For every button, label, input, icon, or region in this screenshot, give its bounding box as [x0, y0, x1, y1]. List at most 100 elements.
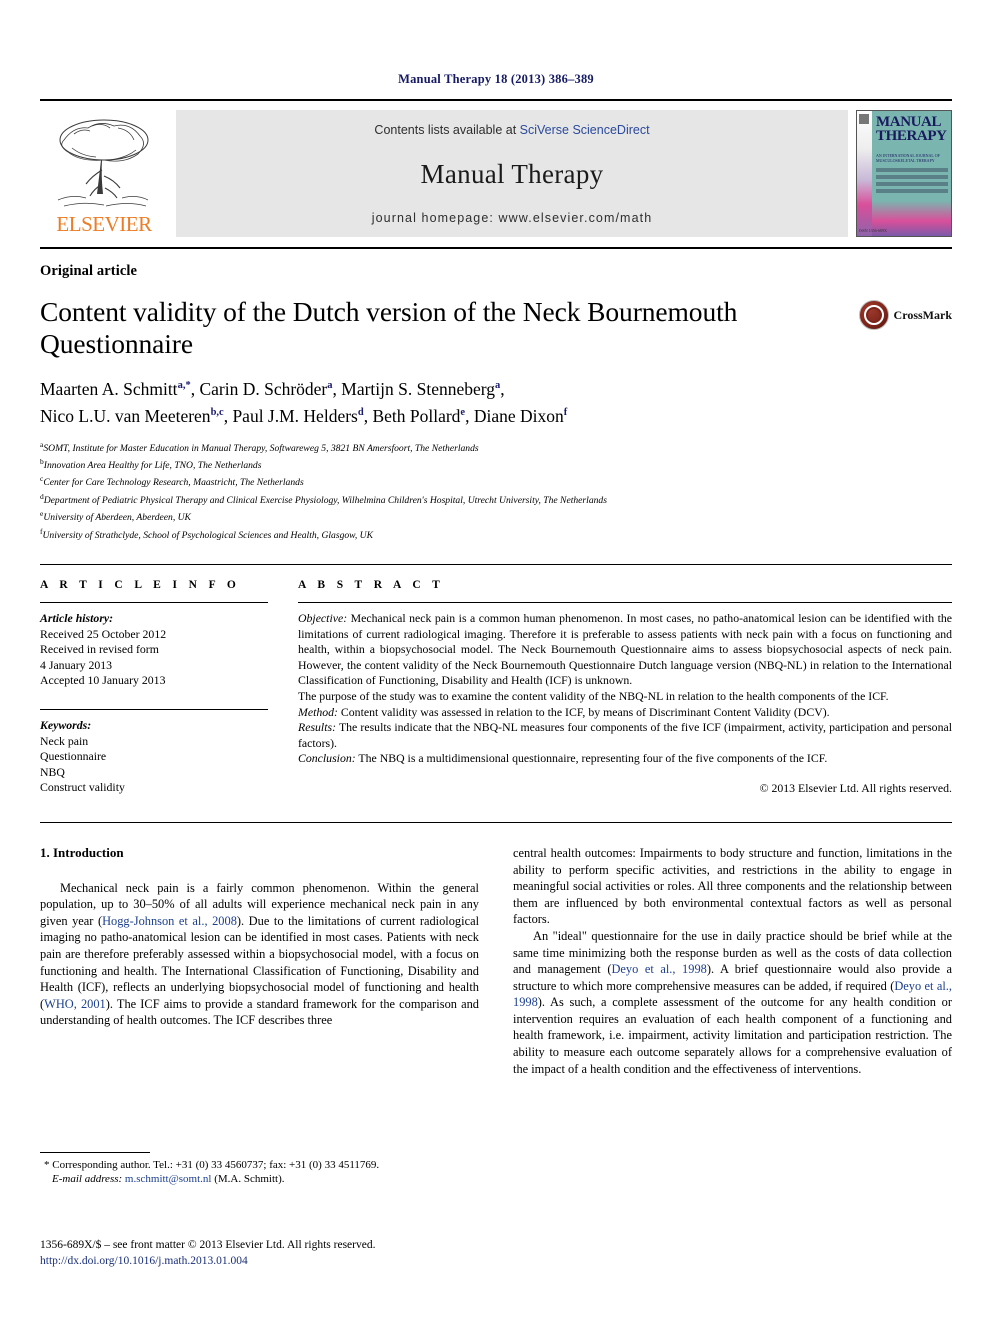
- sciencedirect-link[interactable]: SciVerse ScienceDirect: [520, 123, 650, 137]
- abstract-conclusion-label: Conclusion:: [298, 751, 356, 766]
- publisher-footer: 1356-689X/$ – see front matter © 2013 El…: [40, 1238, 580, 1269]
- affiliation-item: dDepartment of Pediatric Physical Therap…: [40, 490, 952, 507]
- article-info-column: A R T I C L E I N F O Article history: R…: [40, 579, 298, 796]
- body-column-left: 1. Introduction Mechanical neck pain is …: [40, 845, 479, 1077]
- intro-paragraph-right-cont: central health outcomes: Impairments to …: [513, 845, 952, 927]
- abstract-method-label: Method:: [298, 704, 338, 719]
- intro-text-c: ). The ICF aims to provide a standard fr…: [40, 996, 479, 1028]
- doi-link[interactable]: http://dx.doi.org/10.1016/j.math.2013.01…: [40, 1254, 580, 1270]
- email-note: E-mail address: m.schmitt@somt.nl (M.A. …: [40, 1172, 460, 1186]
- abstract-objective: Objective: Mechanical neck pain is a com…: [298, 611, 952, 689]
- intro-paragraph-left: Mechanical neck pain is a fairly common …: [40, 880, 479, 1029]
- journal-homepage[interactable]: journal homepage: www.elsevier.com/math: [372, 211, 653, 225]
- crossmark-badge[interactable]: CrossMark: [834, 296, 952, 330]
- history-line: Accepted 10 January 2013: [40, 673, 166, 688]
- article-info-heading: A R T I C L E I N F O: [40, 579, 241, 591]
- cover-title: MANUAL THERAPY: [876, 114, 947, 144]
- keywords-group: Keywords: Neck pain Questionnaire NBQ Co…: [40, 718, 268, 796]
- affiliation-item: fUniversity of Strathclyde, School of Ps…: [40, 525, 952, 542]
- article-info-divider: [40, 602, 268, 603]
- author-sep-2: , Martijn S. Stenneberg: [332, 378, 496, 399]
- email-link[interactable]: m.schmitt@somt.nl: [125, 1173, 212, 1185]
- abstract-conclusion: Conclusion: The NBQ is a multidimensiona…: [298, 751, 952, 767]
- author-vanmeeteren-sup: b,c: [210, 406, 224, 418]
- affiliation-list: aSOMT, Institute for Master Education in…: [40, 438, 952, 542]
- abstract-conclusion-text: The NBQ is a multidimensional questionna…: [355, 751, 828, 766]
- affiliation-text: Department of Pediatric Physical Therapy…: [43, 495, 607, 507]
- abstract-body: Objective: Mechanical neck pain is a com…: [298, 611, 952, 767]
- abstract-method-text: Content validity was assessed in relatio…: [337, 704, 830, 719]
- crossmark-icon: [858, 300, 889, 330]
- intro-paragraph-right-2: An "ideal" questionnaire for the use in …: [513, 928, 952, 1077]
- footnote-block: * Corresponding author. Tel.: +31 (0) 33…: [40, 1152, 460, 1187]
- journal-cover-thumbnail: MANUAL THERAPY AN INTERNATIONAL JOURNAL …: [856, 110, 952, 237]
- affiliation-text: Center for Care Technology Research, Maa…: [43, 477, 304, 489]
- paper-page: Manual Therapy 18 (2013) 386–389 ELSEVIE…: [0, 0, 992, 1323]
- abstract-column: A B S T R A C T Objective: Mechanical ne…: [298, 579, 952, 796]
- author-line-2: Nico L.U. van Meeterenb,c, Paul J.M. Hel…: [40, 401, 952, 428]
- journal-title: Manual Therapy: [420, 158, 604, 189]
- author-sep-1: , Carin D. Schröder: [190, 378, 328, 399]
- cover-author-lines: [876, 168, 948, 196]
- affiliation-item: eUniversity of Aberdeen, Aberdeen, UK: [40, 507, 952, 524]
- section-heading-introduction: 1. Introduction: [40, 844, 124, 860]
- citation-hogg-johnson[interactable]: Hogg-Johnson et al., 2008: [102, 914, 237, 928]
- page-title: Content validity of the Dutch version of…: [40, 296, 738, 359]
- abstract-copyright: © 2013 Elsevier Ltd. All rights reserved…: [759, 780, 952, 795]
- abstract-method: Method: Content validity was assessed in…: [298, 705, 952, 721]
- cover-corner-block: [859, 114, 869, 124]
- cover-title-line2: THERAPY: [876, 128, 947, 144]
- elsevier-logo: ELSEVIER: [40, 110, 168, 237]
- keyword-item: Neck pain: [40, 733, 89, 748]
- affiliation-text: SOMT, Institute for Master Education in …: [43, 442, 479, 454]
- citation-deyo-1[interactable]: Deyo et al., 1998: [611, 962, 706, 976]
- footnote-rule: [40, 1152, 150, 1153]
- affiliation-item: aSOMT, Institute for Master Education in…: [40, 438, 952, 455]
- history-line: Received 25 October 2012: [40, 626, 167, 641]
- journal-banner: Contents lists available at SciVerse Sci…: [176, 110, 848, 237]
- author-schmitt: Maarten A. Schmitt: [40, 378, 178, 399]
- affiliation-text: Innovation Area Healthy for Life, TNO, T…: [43, 460, 262, 472]
- history-line: 4 January 2013: [40, 657, 113, 672]
- contents-available-line: Contents lists available at SciVerse Sci…: [374, 123, 649, 137]
- article-title-block: Original article Content validity of the…: [40, 247, 952, 542]
- keyword-item: Questionnaire: [40, 749, 107, 764]
- crossmark-label: CrossMark: [893, 307, 952, 322]
- abstract-objective-text: Mechanical neck pain is a common human p…: [298, 611, 952, 688]
- keywords-label: Keywords:: [40, 717, 92, 732]
- affiliation-text: University of Strathclyde, School of Psy…: [42, 529, 373, 541]
- article-history-group: Article history: Received 25 October 201…: [40, 611, 268, 689]
- abstract-results: Results: The results indicate that the N…: [298, 720, 952, 751]
- cover-subtitle: AN INTERNATIONAL JOURNAL OF MUSCULOSKELE…: [876, 153, 940, 163]
- email-label: E-mail address:: [52, 1173, 123, 1186]
- author-schmitt-sup: a,*: [177, 380, 191, 391]
- running-head: Manual Therapy 18 (2013) 386–389: [398, 72, 594, 86]
- cover-side-band: [857, 111, 872, 236]
- keyword-item: NBQ: [40, 764, 65, 779]
- affiliation-item: bInnovation Area Healthy for Life, TNO, …: [40, 455, 952, 472]
- body-column-right: central health outcomes: Impairments to …: [513, 845, 952, 1077]
- author-sep-3: ,: [500, 378, 505, 399]
- abstract-objective-label: Objective:: [298, 611, 348, 625]
- article-body: 1. Introduction Mechanical neck pain is …: [40, 821, 952, 1077]
- intro-text-f: ). As such, a complete assessment of the…: [513, 995, 952, 1076]
- issn-line: 1356-689X/$ – see front matter © 2013 El…: [40, 1239, 376, 1251]
- corresponding-author-note: * Corresponding author. Tel.: +31 (0) 33…: [44, 1159, 380, 1171]
- cover-issn: ISSN 1356-689X: [859, 228, 887, 233]
- author-sep-4: , Paul J.M. Helders: [223, 405, 358, 426]
- author-vanmeeteren: Nico L.U. van Meeteren: [40, 405, 211, 426]
- journal-masthead: ELSEVIER Contents lists available at Sci…: [40, 99, 952, 237]
- history-line: Received in revised form: [40, 642, 159, 657]
- citation-who[interactable]: WHO, 2001: [44, 997, 106, 1011]
- info-abstract-section: A R T I C L E I N F O Article history: R…: [40, 564, 952, 796]
- affiliation-text: University of Aberdeen, Aberdeen, UK: [43, 512, 191, 524]
- abstract-results-label: Results:: [298, 720, 337, 735]
- article-history-label: Article history:: [40, 611, 114, 625]
- keyword-item: Construct validity: [40, 780, 125, 795]
- author-sep-5: , Beth Pollard: [363, 405, 461, 426]
- cover-title-line1: MANUAL: [876, 114, 942, 130]
- article-type-label: Original article: [40, 263, 138, 279]
- contents-prefix: Contents lists available at: [374, 123, 520, 137]
- author-list: Maarten A. Schmitta,*, Carin D. Schröder…: [40, 374, 952, 428]
- abstract-results-text: The results indicate that the NBQ-NL mea…: [298, 720, 952, 750]
